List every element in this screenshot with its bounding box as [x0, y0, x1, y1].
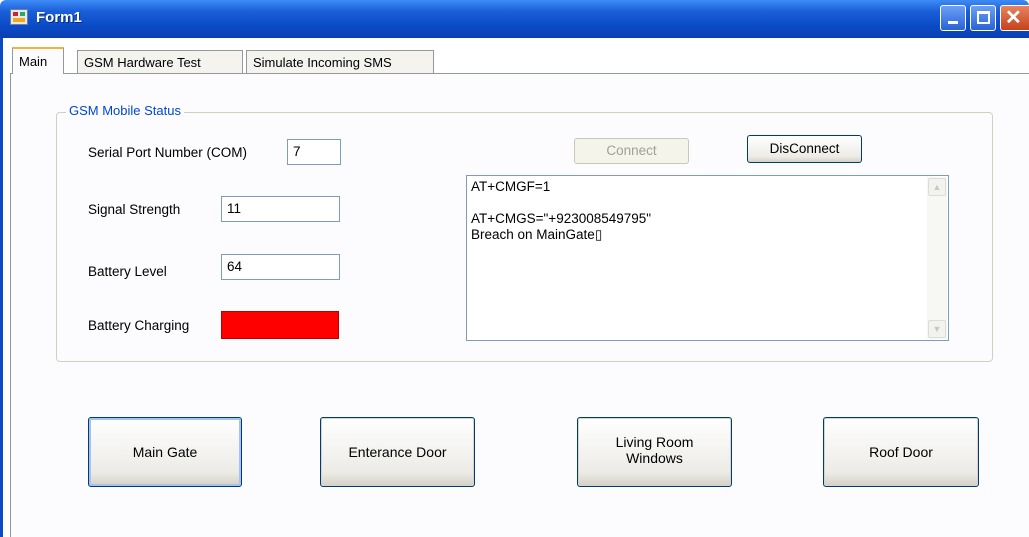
app-icon[interactable] — [10, 9, 28, 25]
group-title: GSM Mobile Status — [66, 103, 184, 118]
enterance-door-button[interactable]: Enterance Door — [320, 417, 475, 487]
living-room-windows-button[interactable]: Living Room Windows — [577, 417, 732, 487]
serial-port-label: Serial Port Number (COM) — [88, 145, 248, 160]
log-line: AT+CMGS="+923008549795" — [471, 211, 652, 226]
window-title: Form1 — [36, 9, 82, 26]
maximize-icon — [977, 11, 990, 24]
connect-button[interactable]: Connect — [574, 138, 689, 164]
main-gate-button[interactable]: Main Gate — [88, 417, 242, 487]
log-line: Breach on MainGate▯ — [471, 227, 603, 242]
battery-level-field[interactable]: 64 — [221, 254, 340, 280]
tab-main[interactable]: Main — [12, 47, 64, 74]
roof-door-button[interactable]: Roof Door — [823, 417, 979, 487]
log-line: AT+CMGF=1 — [471, 179, 551, 194]
scroll-up-icon[interactable]: ▲ — [928, 178, 946, 196]
log-scrollbar[interactable]: ▲ ▼ — [927, 177, 947, 339]
signal-strength-label: Signal Strength — [88, 202, 181, 217]
battery-charging-indicator — [221, 311, 339, 339]
tab-gsm-hardware-test[interactable]: GSM Hardware Test — [77, 50, 243, 74]
close-button[interactable]: ✕ — [1000, 5, 1029, 31]
tab-simulate-incoming-sms[interactable]: Simulate Incoming SMS — [246, 50, 434, 74]
at-command-log[interactable]: AT+CMGF=1 AT+CMGS="+923008549795" Breach… — [466, 175, 949, 341]
title-bar[interactable]: Form1 ✕ — [0, 0, 1029, 38]
battery-charging-label: Battery Charging — [88, 318, 190, 333]
minimize-icon — [948, 21, 958, 24]
maximize-button[interactable] — [970, 5, 996, 31]
close-icon: ✕ — [1005, 7, 1022, 29]
signal-strength-field[interactable]: 11 — [221, 196, 340, 222]
minimize-button[interactable] — [940, 5, 966, 31]
scroll-down-icon[interactable]: ▼ — [928, 320, 946, 338]
serial-port-field[interactable]: 7 — [287, 139, 341, 165]
battery-level-label: Battery Level — [88, 264, 167, 279]
disconnect-button[interactable]: DisConnect — [747, 135, 862, 163]
